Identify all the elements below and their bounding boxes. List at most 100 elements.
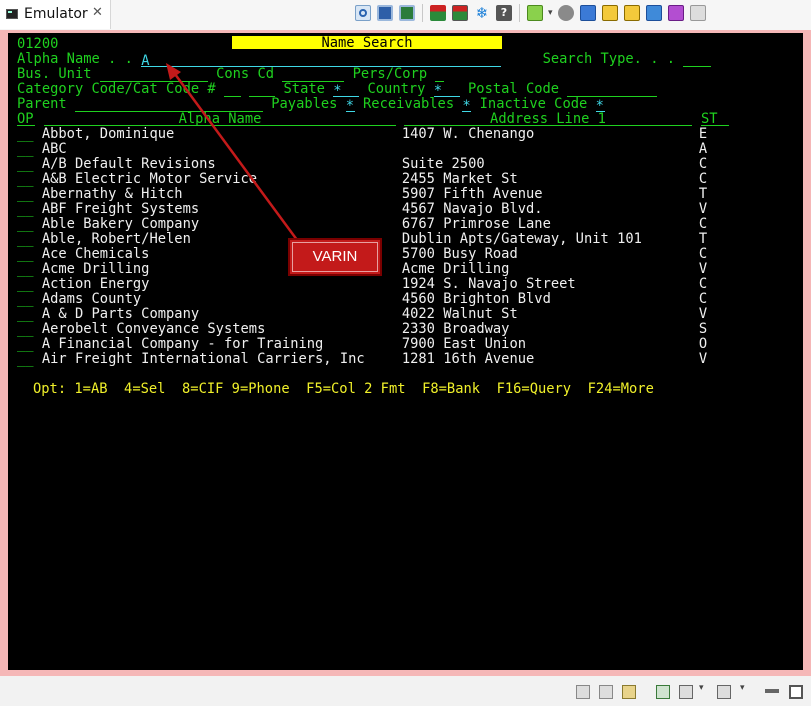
row-st: S xyxy=(698,321,708,337)
maximize-icon[interactable] xyxy=(789,685,803,699)
row-op[interactable]: __ xyxy=(17,336,34,352)
chevron-down-icon[interactable]: ▾ xyxy=(740,683,748,697)
row-st: V xyxy=(698,351,708,367)
column-header-alpha-name: Alpha Name xyxy=(44,112,396,127)
snowflake-icon[interactable]: ❄ xyxy=(474,5,490,21)
row-address: 2330 Broadway xyxy=(401,321,510,337)
row-op[interactable]: __ xyxy=(17,216,34,232)
table-row[interactable]: __ Abernathy & Hitch 5907 Fifth Avenue T xyxy=(17,187,707,202)
table-row[interactable]: __ Action Energy 1924 S. Navajo Street C xyxy=(17,277,707,292)
tab-title: Emulator xyxy=(24,6,88,22)
row-op[interactable]: __ xyxy=(17,171,34,187)
table-row[interactable]: __ Air Freight International Carriers, I… xyxy=(17,352,707,367)
table-row[interactable]: __ A&B Electric Motor Service 2455 Market… xyxy=(17,172,707,187)
row-st: C xyxy=(698,246,708,262)
pin-icon[interactable] xyxy=(355,5,371,21)
row-op[interactable]: __ xyxy=(17,291,34,307)
row-op[interactable]: __ xyxy=(17,306,34,322)
monitor-green-icon[interactable] xyxy=(399,5,415,21)
receivables-input[interactable]: * xyxy=(462,99,472,114)
top-bar: Emulator ✕ ❄ ? ▾ xyxy=(0,0,811,30)
window-icon[interactable] xyxy=(717,685,731,699)
screen-title: Name Search xyxy=(232,36,502,50)
row-st: C xyxy=(698,216,708,232)
terminal-screen[interactable]: 01200 Name Search Alpha Name . . A Searc… xyxy=(8,33,803,670)
payables-input[interactable]: * xyxy=(345,99,355,114)
arrow-right-blue-icon[interactable] xyxy=(645,5,662,21)
row-address: 1281 16th Avenue xyxy=(401,351,535,367)
document-arrow-icon[interactable] xyxy=(622,685,636,699)
table-row[interactable]: __ Aerobelt Conveyance Systems 2330 Broad… xyxy=(17,322,707,337)
row-op[interactable]: __ xyxy=(17,141,34,157)
table-row[interactable]: __ A & D Parts Company 4022 Walnut St V xyxy=(17,307,707,322)
row-op[interactable]: __ xyxy=(17,261,34,277)
document-edit-icon[interactable] xyxy=(599,685,613,699)
grid-red-alt-icon[interactable] xyxy=(452,5,468,21)
pers-corp-input[interactable] xyxy=(435,69,445,82)
close-icon[interactable]: ✕ xyxy=(92,5,103,20)
row-name: A Financial Company - for Training xyxy=(41,336,324,352)
monitor-small-icon[interactable] xyxy=(679,685,693,699)
table-row[interactable]: __ ABF Freight Systems 4567 Navajo Blvd. V xyxy=(17,202,707,217)
chevron-down-icon[interactable]: ▾ xyxy=(548,8,553,18)
row-name: Able Bakery Company xyxy=(41,216,200,232)
view-green-icon[interactable] xyxy=(656,685,670,699)
row-op[interactable]: __ xyxy=(17,246,34,262)
row-name: Abbot, Dominique xyxy=(41,126,175,142)
column-header-st: ST xyxy=(701,112,729,127)
blue-square-icon[interactable] xyxy=(579,5,596,21)
help-icon[interactable]: ? xyxy=(496,5,512,21)
postal-code-label: Postal Code xyxy=(468,81,560,97)
table-row[interactable]: __ Abbot, Dominique 1407 W. Chenango E xyxy=(17,127,707,142)
row-op[interactable]: __ xyxy=(17,156,34,172)
table-row[interactable]: __ A Financial Company - for Training 790… xyxy=(17,337,707,352)
row-op[interactable]: __ xyxy=(17,201,34,217)
row-st: A xyxy=(698,141,708,157)
row-op[interactable]: __ xyxy=(17,231,34,247)
table-row[interactable]: __ Able Bakery Company 6767 Primrose Lane… xyxy=(17,217,707,232)
row-op[interactable]: __ xyxy=(17,186,34,202)
row-st: O xyxy=(698,336,708,352)
document-icon[interactable] xyxy=(576,685,590,699)
table-row[interactable]: __ Adams County 4560 Brighton Blvd C xyxy=(17,292,707,307)
row-address: 7900 East Union xyxy=(401,336,527,352)
row-st: V xyxy=(698,306,708,322)
row-address: 2455 Market St xyxy=(401,171,518,187)
emulator-tab[interactable]: Emulator ✕ xyxy=(0,0,111,29)
payables-label: Payables xyxy=(271,96,338,112)
toolbar-separator xyxy=(519,4,520,22)
lock-icon[interactable] xyxy=(689,5,706,21)
category-row: Category Code/Cat Code # State * Country… xyxy=(17,81,658,99)
pers-corp-label: Pers/Corp xyxy=(352,66,428,82)
circle-icon[interactable] xyxy=(557,5,574,21)
grid-red-icon[interactable] xyxy=(430,5,446,21)
arrow-right-yellow-icon[interactable] xyxy=(601,5,618,21)
cons-cd-label: Cons Cd xyxy=(216,66,275,82)
chevron-down-icon[interactable]: ▾ xyxy=(699,683,707,697)
arrow-right-magenta-icon[interactable] xyxy=(667,5,684,21)
row-op[interactable]: __ xyxy=(17,276,34,292)
alpha-name-row: Alpha Name . . A Search Type. . . xyxy=(17,51,712,69)
table-row[interactable]: __ ABC A xyxy=(17,142,707,157)
row-st: C xyxy=(698,171,708,187)
category-code-input[interactable] xyxy=(223,84,241,97)
function-key-legend: Opt: 1=AB 4=Sel 8=CIF 9=Phone F5=Col 2 F… xyxy=(33,381,654,397)
row-name: Air Freight International Carriers, Inc xyxy=(41,351,365,367)
connect-icon[interactable] xyxy=(527,5,543,21)
bus-unit-label: Bus. Unit xyxy=(17,66,92,82)
search-type-label: Search Type. . . xyxy=(542,51,676,67)
minimize-icon[interactable] xyxy=(765,689,779,693)
arrow-left-yellow-icon[interactable] xyxy=(623,5,640,21)
table-row[interactable]: __ A/B Default Revisions Suite 2500 C xyxy=(17,157,707,172)
row-op[interactable]: __ xyxy=(17,351,34,367)
alpha-name-input[interactable]: A xyxy=(141,54,502,69)
row-address: 5700 Busy Road xyxy=(401,246,518,262)
row-op[interactable]: __ xyxy=(17,126,34,142)
search-type-input[interactable] xyxy=(683,54,712,67)
row-op[interactable]: __ xyxy=(17,321,34,337)
program-id: 01200 xyxy=(17,36,59,52)
annotation-callout: VARIN xyxy=(288,238,382,276)
parent-row: Parent Payables * Receivables * Inactive… xyxy=(17,96,605,114)
row-st: E xyxy=(698,126,708,142)
monitor-icon[interactable] xyxy=(377,5,393,21)
